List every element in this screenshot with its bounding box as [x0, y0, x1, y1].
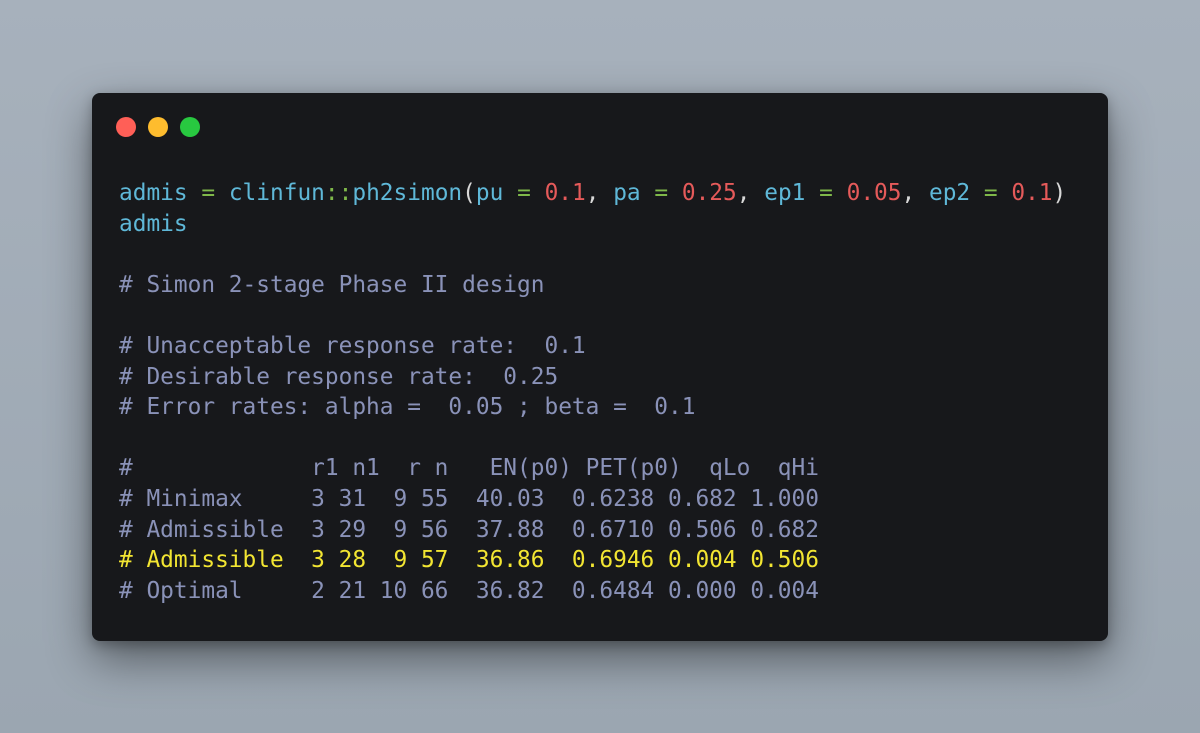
arg-eq-ep2: =: [983, 180, 998, 206]
table-row-minimax: # Minimax 3 31 9 55 40.03 0.6238 0.682 1…: [119, 485, 819, 512]
arg-name-pa: pa: [613, 180, 641, 206]
open-paren: (: [462, 180, 476, 206]
print-variable: admis: [119, 210, 188, 237]
code-line-print: admis: [119, 209, 1066, 240]
table-row-optimal: # Optimal 2 21 10 66 36.82 0.6484 0.000 …: [119, 577, 819, 604]
arg-eq-pu: =: [517, 180, 531, 206]
arg-name-pu: pu: [475, 180, 504, 206]
code-line-assign: admis = clinfun::ph2simon(pu = 0.1, pa =…: [119, 178, 1066, 209]
close-paren: ): [1052, 180, 1067, 206]
arg-eq-pa: =: [654, 180, 669, 206]
table-row-admissible-1: # Admissible 3 29 9 56 37.88 0.6710 0.50…: [119, 516, 819, 543]
table-row-admissible-2-highlighted: # Admissible 3 28 9 57 36.86 0.6946 0.00…: [119, 547, 819, 574]
close-button[interactable]: [116, 117, 136, 137]
minimize-button[interactable]: [148, 117, 168, 137]
window-controls: [116, 117, 200, 137]
package-name: clinfun: [228, 180, 325, 206]
code-window: admis = clinfun::ph2simon(pu = 0.1, pa =…: [92, 93, 1108, 641]
arg-value-pu: 0.1: [544, 180, 586, 206]
arg-value-ep1: 0.05: [846, 180, 902, 206]
table-header: # r1 n1 r n EN(p0) PET(p0) qLo qHi: [119, 455, 819, 482]
output-error-rates: # Error rates: alpha = 0.05 ; beta = 0.1: [119, 394, 696, 421]
maximize-button[interactable]: [180, 117, 200, 137]
namespace-operator: ::: [324, 180, 353, 206]
arg-sep-pu: ,: [585, 180, 614, 206]
arg-eq-ep1: =: [819, 180, 833, 206]
output-title: # Simon 2-stage Phase II design: [119, 271, 545, 298]
arg-sep-pa: ,: [736, 180, 765, 206]
code-block: admis = clinfun::ph2simon(pu = 0.1, pa =…: [119, 178, 1066, 606]
arg-name-ep1: ep1: [764, 180, 806, 206]
output-desirable-rate: # Desirable response rate: 0.25: [119, 363, 559, 390]
arg-name-ep2: ep2: [928, 180, 971, 206]
function-name: ph2simon: [352, 180, 463, 206]
arg-sep-ep1: ,: [901, 180, 929, 206]
arg-value-pa: 0.25: [681, 180, 737, 206]
output-unacceptable-rate: # Unacceptable response rate: 0.1: [119, 332, 586, 359]
assign-variable: admis: [119, 180, 188, 206]
assign-operator: =: [201, 180, 216, 206]
arg-value-ep2: 0.1: [1011, 180, 1053, 206]
